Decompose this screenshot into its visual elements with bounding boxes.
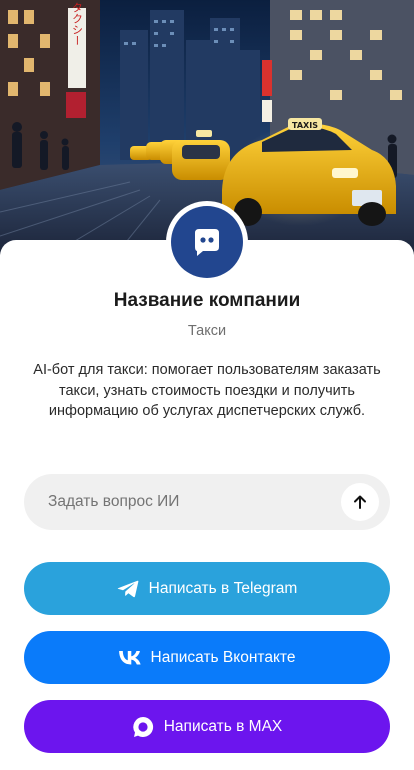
arrow-up-icon [354, 495, 366, 509]
company-avatar [166, 201, 248, 283]
vk-icon [118, 650, 141, 665]
vk-button-label: Написать Вконтакте [150, 648, 296, 666]
ask-ai-box [24, 474, 390, 530]
company-category: Такси [187, 323, 227, 339]
company-name: Название компании [113, 290, 301, 311]
max-button[interactable]: Написать в MAX [24, 700, 390, 753]
ask-ai-input[interactable] [24, 474, 341, 530]
max-icon [132, 716, 154, 738]
max-button-label: Написать в MAX [163, 717, 283, 735]
send-button[interactable] [341, 483, 379, 521]
vk-button[interactable]: Написать Вконтакте [24, 631, 390, 684]
telegram-button[interactable]: Написать в Telegram [24, 562, 390, 615]
telegram-icon [117, 580, 139, 598]
hero-taxi-sign: TAXIS [292, 121, 318, 130]
chat-bot-icon [171, 206, 243, 278]
hero-sign-text: タクシー [71, 2, 84, 46]
telegram-button-label: Написать в Telegram [148, 579, 298, 597]
company-description: AI-бот для такси: помогает пользователям… [33, 362, 381, 419]
